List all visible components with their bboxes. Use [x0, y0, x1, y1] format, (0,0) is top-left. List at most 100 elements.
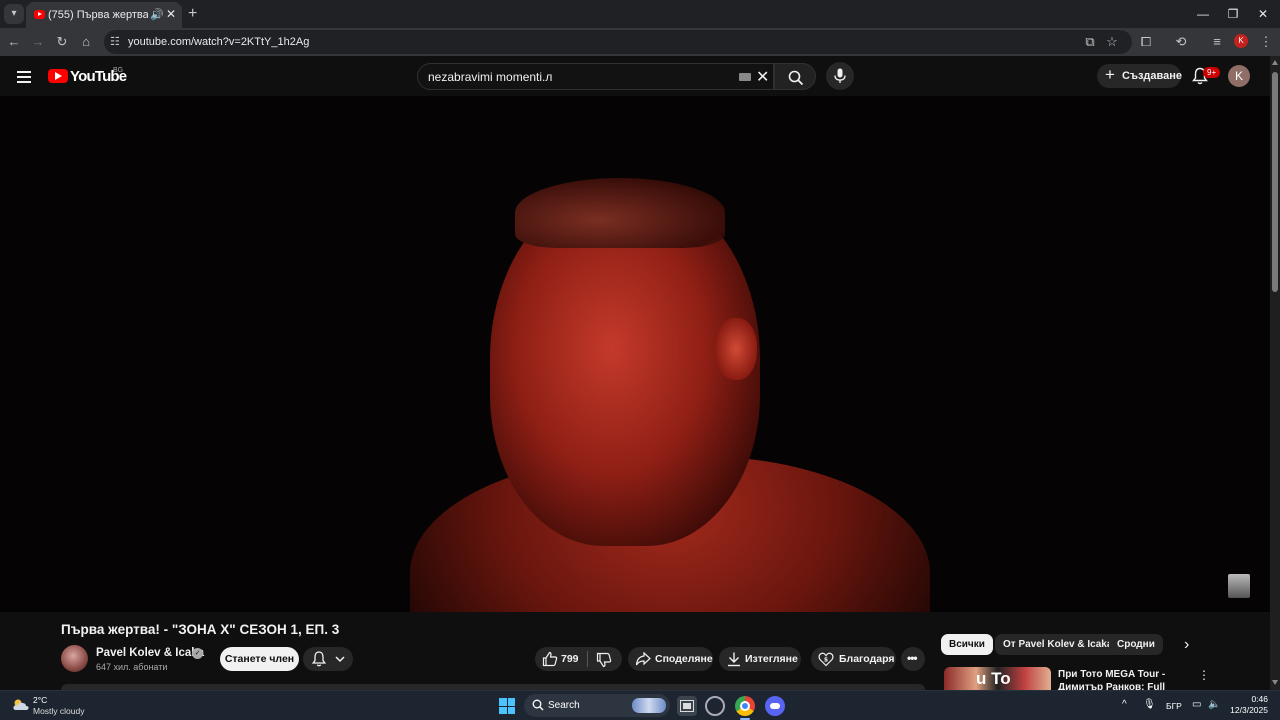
share-button[interactable]: Споделяне	[628, 647, 713, 671]
close-window-button[interactable]: ✕	[1248, 4, 1278, 24]
chevron-right-icon[interactable]: ›	[1184, 636, 1189, 654]
svg-text:$: $	[824, 657, 828, 664]
youtube-logo-icon[interactable]	[48, 69, 68, 83]
weather-temperature[interactable]: 2°C	[33, 695, 47, 705]
subscriber-count: 647 хил. абонати	[96, 662, 168, 672]
tab-search-button[interactable]: ▾	[4, 4, 24, 24]
page-scrollbar[interactable]	[1270, 56, 1280, 690]
history-icon[interactable]: ⟲	[1171, 32, 1191, 52]
bell-icon	[312, 651, 326, 667]
like-divider	[587, 651, 588, 667]
minimize-button[interactable]: —	[1188, 4, 1218, 24]
taskbar-search-label: Search	[548, 700, 580, 711]
browser-tab-strip: ▾ (755) Първа жертва! - "ЗО 🔊 ✕ + — ❐ ✕	[0, 0, 1280, 28]
search-box[interactable]: nezabravimi momenti.л ✕	[417, 63, 774, 90]
network-icon[interactable]: ▭	[1192, 699, 1201, 710]
search-input[interactable]: nezabravimi momenti.л	[428, 70, 552, 84]
super-thanks-icon: $	[818, 652, 834, 667]
country-code: BG	[113, 67, 124, 74]
extensions-icon[interactable]: ⧠	[1136, 32, 1156, 52]
video-frame-ear	[715, 318, 757, 380]
more-actions-button[interactable]: •••	[901, 647, 925, 671]
scroll-up-arrow-icon[interactable]	[1272, 60, 1278, 65]
clear-search-icon[interactable]: ✕	[756, 67, 769, 87]
discord-taskbar-icon[interactable]	[765, 696, 785, 716]
share-label: Споделяне	[655, 653, 713, 665]
youtube-masthead: YouTube BG nezabravimi momenti.л ✕ + Съз…	[0, 56, 1270, 96]
forward-icon[interactable]: →	[28, 32, 48, 52]
like-thumb-icon[interactable]	[542, 651, 558, 667]
system-clock[interactable]: 0:46 12/3/2025	[1228, 694, 1268, 716]
dislike-thumb-icon[interactable]	[596, 652, 612, 668]
video-title: Първа жертва! - "ЗОНА Х" СЕЗОН 1, ЕП. 3	[61, 622, 340, 637]
like-dislike-group: 799	[535, 647, 622, 671]
search-icon	[532, 699, 544, 711]
new-tab-button[interactable]: +	[188, 4, 197, 24]
plus-icon: +	[1105, 65, 1115, 84]
keyboard-icon[interactable]	[739, 73, 751, 81]
back-icon[interactable]: ←	[4, 32, 24, 52]
profile-avatar[interactable]: K	[1234, 34, 1248, 48]
thanks-label: Благодаря	[839, 653, 895, 665]
url-text[interactable]: youtube.com/watch?v=2KTtY_1h2Ag	[128, 36, 309, 48]
search-highlight-image	[632, 698, 666, 713]
subscription-bell-button[interactable]	[303, 647, 353, 671]
tab-title: (755) Първа жертва! - "ЗО	[48, 9, 148, 21]
app-icon-circle[interactable]	[705, 696, 725, 716]
chip-all[interactable]: Всички	[941, 634, 993, 655]
scroll-down-arrow-icon[interactable]	[1272, 680, 1278, 685]
recommendation-thumbnail[interactable]: u To	[944, 667, 1051, 690]
download-button[interactable]: Изтегляне	[719, 647, 801, 671]
show-hidden-icons-icon[interactable]: ^	[1122, 699, 1127, 710]
close-tab-icon[interactable]: ✕	[166, 7, 176, 21]
chrome-taskbar-icon[interactable]	[735, 696, 755, 716]
browser-toolbar: ← → ↻ ⌂ ☷ youtube.com/watch?v=2KTtY_1h2A…	[0, 28, 1280, 56]
channel-name[interactable]: Pavel Kolev & Icaka	[96, 647, 204, 659]
cloudy-weather-icon[interactable]	[12, 697, 30, 711]
microphone-tray-icon[interactable]: 🎙	[1143, 699, 1156, 710]
chrome-menu-icon[interactable]: ⋮	[1256, 32, 1276, 52]
channel-avatar[interactable]	[61, 645, 88, 672]
clock-date: 12/3/2025	[1230, 705, 1268, 715]
download-label: Изтегляне	[745, 653, 798, 665]
search-button[interactable]	[774, 63, 816, 90]
chip-related[interactable]: Сродни	[1109, 634, 1163, 655]
media-controls-icon[interactable]: ≡	[1207, 32, 1227, 52]
task-view-icon[interactable]	[677, 696, 697, 716]
recommendation-title[interactable]: При Тото MEGA Tour - Димитър Ранков: Ful…	[1058, 668, 1188, 690]
video-overlay-thumbnail	[1228, 574, 1250, 598]
keyboard-language[interactable]: БГР	[1166, 701, 1182, 711]
notification-count-badge: 9+	[1203, 67, 1221, 78]
guide-menu-icon[interactable]	[17, 71, 31, 86]
video-frame-hair	[515, 178, 725, 248]
scrollbar-thumb[interactable]	[1272, 72, 1278, 292]
home-icon[interactable]: ⌂	[76, 32, 96, 52]
browser-tab[interactable]: (755) Първа жертва! - "ЗО 🔊 ✕	[26, 2, 182, 28]
video-player[interactable]	[0, 96, 1270, 612]
more-horizontal-icon: •••	[907, 651, 918, 665]
create-button[interactable]: + Създаване	[1097, 64, 1182, 88]
address-bar[interactable]: ☷ youtube.com/watch?v=2KTtY_1h2Ag	[104, 30, 1132, 54]
thumbnail-text: u To	[976, 669, 1011, 688]
more-vertical-icon[interactable]: ⋮	[1198, 668, 1210, 682]
volume-icon[interactable]: 🔈	[1208, 699, 1220, 710]
windows-taskbar: 2°C Mostly cloudy Search ^ 🎙 БГР ▭ 🔈 0:4…	[0, 690, 1280, 720]
share-arrow-icon	[635, 651, 651, 666]
weather-condition[interactable]: Mostly cloudy	[33, 706, 85, 716]
thanks-button[interactable]: $ Благодаря	[811, 647, 896, 671]
youtube-favicon	[34, 10, 45, 19]
restore-button[interactable]: ❐	[1218, 4, 1248, 24]
like-count[interactable]: 799	[561, 653, 579, 665]
taskbar-search[interactable]: Search	[524, 694, 670, 717]
bookmark-star-icon[interactable]: ☆	[1102, 32, 1122, 52]
audio-playing-icon[interactable]: 🔊	[150, 8, 164, 21]
install-app-icon[interactable]: ⧉	[1080, 32, 1100, 52]
voice-search-button[interactable]	[826, 62, 854, 90]
windows-start-icon[interactable]	[499, 698, 515, 714]
account-avatar[interactable]: K	[1228, 65, 1250, 87]
search-icon	[788, 70, 804, 86]
reload-icon[interactable]: ↻	[52, 32, 72, 52]
join-button[interactable]: Станете член	[220, 647, 299, 671]
site-info-icon[interactable]: ☷	[110, 35, 120, 48]
chip-from-channel[interactable]: От Pavel Kolev & Icaka	[995, 634, 1121, 655]
